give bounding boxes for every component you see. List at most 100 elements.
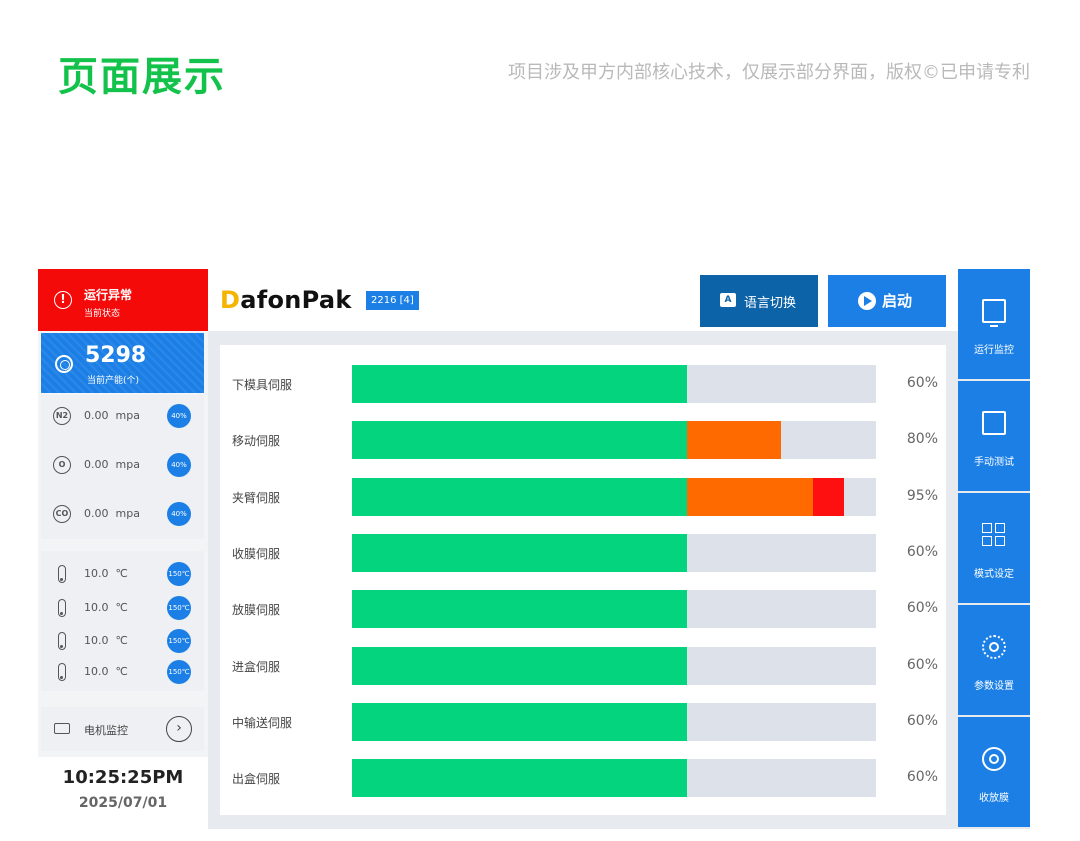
top-bar: DafonPak 2216 [4] A 语言切换 启动 [208, 269, 958, 331]
servo-percent: 95% [906, 488, 938, 504]
servo-row: 进盒伺服 60% [220, 646, 946, 686]
nav-label: 模式设定 [974, 569, 1014, 580]
servo-label: 出盒伺服 [232, 772, 281, 786]
servo-row: 移动伺服 80% [220, 420, 946, 460]
nav-label: 收放膜 [979, 793, 1009, 804]
servo-progress-normal [352, 590, 687, 628]
servo-progress-normal [352, 647, 687, 685]
servo-percent: 60% [906, 375, 938, 391]
servo-progress-normal [352, 534, 687, 572]
temperature-badge[interactable]: 150℃ [167, 596, 191, 620]
servo-label: 放膜伺服 [232, 603, 281, 617]
oxygen-icon: O [53, 456, 71, 474]
nav-film-winding[interactable]: 收放膜 [958, 717, 1030, 827]
servo-row: 下模具伺服 60% [220, 364, 946, 404]
servo-row: 放膜伺服 60% [220, 589, 946, 629]
temperature-value: 10.0 [84, 634, 109, 647]
gas-unit: mpa [115, 507, 140, 520]
temperature-value: 10.0 [84, 567, 109, 580]
start-label: 启动 [882, 292, 913, 310]
status-alarm-panel[interactable]: ! 运行异常 当前状态 [38, 269, 208, 331]
temperature-badge[interactable]: 150℃ [167, 562, 191, 586]
gas-unit: mpa [115, 409, 140, 422]
chevron-right-icon[interactable]: › [166, 716, 192, 742]
temperature-row: 10.0 ℃ 150℃ [41, 595, 204, 623]
gas-badge[interactable]: 40% [167, 453, 191, 477]
gas-badge[interactable]: 40% [167, 502, 191, 526]
temperature-badge[interactable]: 150℃ [167, 660, 191, 684]
servo-percent: 60% [906, 600, 938, 616]
grid-icon [982, 523, 1006, 547]
temperature-unit: ℃ [115, 665, 128, 678]
servo-row: 中输送伺服 60% [220, 702, 946, 742]
servo-progress-normal [352, 759, 687, 797]
temperature-value: 10.0 [84, 601, 109, 614]
thermometer-icon [58, 632, 66, 650]
translate-icon: A [720, 293, 736, 307]
nav-run-monitor[interactable]: 运行监控 [958, 269, 1030, 379]
clock-panel: 10:25:25PM 2025/07/01 [38, 757, 208, 829]
temperature-value: 10.0 [84, 665, 109, 678]
servo-label: 夹臂伺服 [232, 491, 281, 505]
temperature-badge[interactable]: 150℃ [167, 629, 191, 653]
nav-manual-test[interactable]: 手动测试 [958, 381, 1030, 491]
logo-letter: D [220, 286, 241, 314]
temperature-row: 10.0 ℃ 150℃ [41, 659, 204, 687]
production-icon [55, 355, 73, 373]
gas-row-co2: CO 0.00 mpa 40% [41, 499, 204, 529]
servo-label: 进盒伺服 [232, 660, 281, 674]
servo-percent: 80% [906, 431, 938, 447]
servo-label: 下模具伺服 [232, 378, 293, 392]
alert-icon: ! [54, 291, 72, 309]
model-badge: 2216 [4] [366, 291, 419, 310]
motor-icon [54, 723, 70, 734]
temperature-unit: ℃ [115, 567, 128, 580]
hmi-screen: ! 运行异常 当前状态 5298 当前产能(个) N2 0.00 mpa 40%… [38, 269, 1030, 829]
film-roll-icon [982, 747, 1006, 771]
temperature-unit: ℃ [115, 634, 128, 647]
servo-label: 收膜伺服 [232, 547, 281, 561]
start-button[interactable]: 启动 [828, 275, 946, 327]
nav-parameter-setting[interactable]: 参数设置 [958, 605, 1030, 715]
servo-progress-warning [687, 478, 813, 516]
servo-progress-track [352, 478, 876, 516]
nav-mode-setting[interactable]: 模式设定 [958, 493, 1030, 603]
servo-percent: 60% [906, 713, 938, 729]
servo-progress-track [352, 421, 876, 459]
servo-progress-normal [352, 703, 687, 741]
gas-badge[interactable]: 40% [167, 404, 191, 428]
servo-progress-normal [352, 421, 687, 459]
thermometer-icon [58, 599, 66, 617]
servo-progress-track [352, 703, 876, 741]
servo-progress-warning [687, 421, 781, 459]
servo-row: 夹臂伺服 95% [220, 477, 946, 517]
servo-progress-track [352, 365, 876, 403]
servo-percent: 60% [906, 769, 938, 785]
nitrogen-icon: N2 [53, 407, 71, 425]
logo-text: afonPak [240, 286, 352, 314]
language-switch-button[interactable]: A 语言切换 [700, 275, 818, 327]
motor-monitor-button[interactable]: 电机监控 › [41, 707, 204, 751]
servo-progress-track [352, 647, 876, 685]
current-time: 10:25:25PM [62, 767, 184, 788]
page-title: 页面展示 [58, 54, 226, 100]
play-icon [858, 292, 876, 310]
monitor-icon [982, 299, 1006, 327]
gear-icon [982, 635, 1006, 659]
gas-unit: mpa [115, 458, 140, 471]
nav-label: 手动测试 [974, 457, 1014, 468]
production-value: 5298 [85, 343, 147, 368]
gas-value: 0.00 [84, 409, 109, 422]
servo-progress-normal [352, 478, 687, 516]
thermometer-icon [58, 663, 66, 681]
servo-progress-danger [813, 478, 844, 516]
servo-progress-track [352, 759, 876, 797]
gas-value: 0.00 [84, 458, 109, 471]
temperature-row: 10.0 ℃ 150℃ [41, 561, 204, 589]
servo-label: 移动伺服 [232, 434, 281, 448]
gas-pressure-panel: N2 0.00 mpa 40% O 0.00 mpa 40% CO 0.00 m… [41, 395, 204, 539]
co2-icon: CO [53, 505, 71, 523]
servo-progress-normal [352, 365, 687, 403]
hand-icon [982, 411, 1006, 435]
servo-percent: 60% [906, 657, 938, 673]
